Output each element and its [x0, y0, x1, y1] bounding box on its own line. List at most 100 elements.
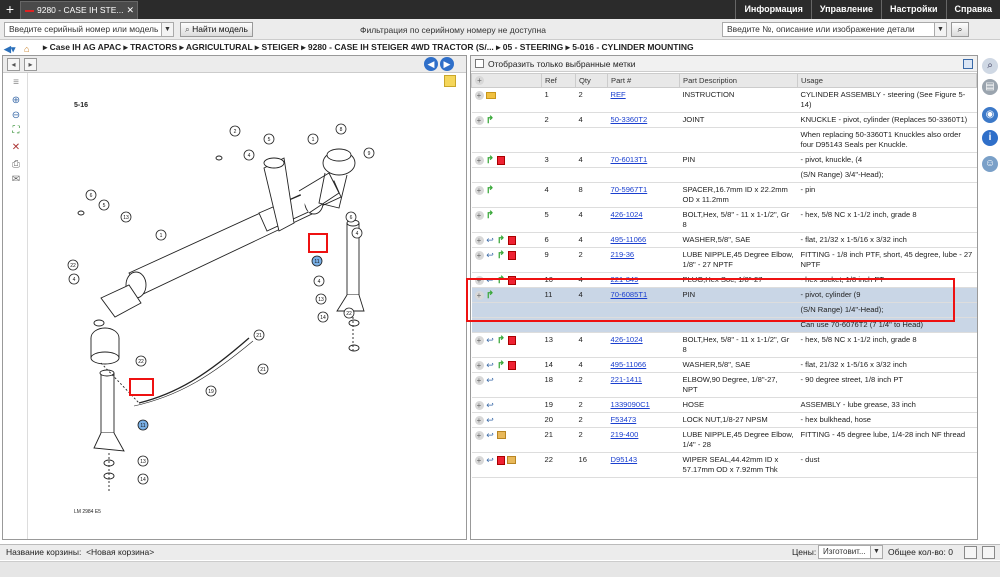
go-to-part-icon[interactable]: ↱ [486, 185, 495, 195]
next-figure-icon[interactable]: ▶ [440, 57, 454, 71]
part-number-link[interactable]: 219-36 [611, 250, 635, 259]
column-part-number[interactable]: Part # [607, 73, 680, 88]
replacement-icon[interactable]: ↩ [486, 430, 495, 440]
table-row[interactable]: + ↩ ↱ 9 2 219-36 LUBE NIPPLE,45 Degree Elbow, … [471, 247, 977, 273]
table-row[interactable]: (S/N Range) 1/4"-Head); [471, 302, 977, 318]
breadcrumb-path[interactable]: ▸ Case IH AG APAC ▸ TRACTORS ▸ AGRICULTU… [43, 40, 694, 55]
go-to-part-icon[interactable]: ↱ [497, 235, 506, 245]
part-number-link[interactable]: 70-6013T1 [611, 155, 648, 164]
add-to-basket-icon[interactable]: + [474, 115, 484, 125]
menu-settings[interactable]: Настройки [881, 0, 945, 19]
chevron-down-icon[interactable]: ▼ [934, 23, 946, 36]
document-icon[interactable] [507, 235, 516, 245]
add-to-basket-icon[interactable]: + [474, 360, 484, 370]
column-ref[interactable]: Ref [541, 73, 576, 88]
go-to-part-icon[interactable]: ↱ [486, 290, 495, 300]
basket-name-value[interactable]: <Новая корзина> [86, 547, 154, 557]
table-row[interactable]: + ↩ ↱ 14 4 495-11066 WASHER,5/8", SAE - flat, 2… [471, 357, 977, 373]
part-number-link[interactable]: 495-11066 [611, 235, 647, 244]
go-to-part-icon[interactable]: ↱ [497, 335, 506, 345]
replacement-icon[interactable]: ↩ [486, 275, 495, 285]
next-page-icon[interactable]: ▸ [24, 58, 37, 71]
add-to-basket-icon[interactable]: + [474, 455, 484, 465]
add-to-basket-icon[interactable]: + [474, 185, 484, 195]
go-to-part-icon[interactable]: ↱ [497, 360, 506, 370]
go-to-part-icon[interactable]: ↱ [486, 210, 495, 220]
document-icon[interactable] [507, 275, 516, 285]
table-row[interactable]: + ↩ 22 16 D95143 WIPER SEAL,44.42mm ID x 57.1… [471, 452, 977, 478]
column-usage[interactable]: Usage [797, 73, 977, 88]
package-icon[interactable] [496, 431, 506, 439]
column-description[interactable]: Part Description [679, 73, 798, 88]
table-row[interactable]: + ↱ 5 4 426-1024 BOLT,Hex, 5/8" - 11 x 1-1/2"… [471, 207, 977, 233]
replacement-icon[interactable]: ↩ [486, 400, 495, 410]
go-to-part-icon[interactable]: ↱ [486, 115, 495, 125]
menu-info[interactable]: Информация [735, 0, 810, 19]
add-to-basket-icon[interactable]: + [474, 430, 484, 440]
basket-icon[interactable]: ▤ [982, 79, 998, 95]
add-to-basket-icon[interactable]: + [474, 210, 484, 220]
basket-view-icon[interactable] [964, 546, 977, 559]
replacement-icon[interactable]: ↩ [486, 250, 495, 260]
new-tab-icon[interactable]: + [3, 2, 17, 16]
add-to-basket-icon[interactable]: + [474, 235, 484, 245]
table-row[interactable]: + ↩ ↱ 10 4 221-849 PLUG,Hex Soc, 1/8"-27- hex … [471, 272, 977, 288]
part-number-link[interactable]: 1339090C1 [611, 400, 650, 409]
add-to-basket-icon[interactable]: + [474, 90, 484, 100]
table-row[interactable]: + ↩ 19 2 1339090C1 HOSE ASSEMBLY - lube grease… [471, 397, 977, 413]
add-to-basket-icon[interactable]: + [474, 335, 484, 345]
part-search-combo[interactable]: Введите №, описание или изображение дета… [722, 22, 947, 37]
replacement-icon[interactable]: ↩ [486, 375, 495, 385]
table-row[interactable]: + ↩ 18 2 221-1411 ELBOW,90 Degree, 1/8"-27, N… [471, 372, 977, 398]
part-number-link[interactable]: REF [611, 90, 626, 99]
table-row[interactable]: + ↩ 21 2 219-400 LUBE NIPPLE,45 Degree Elbow,… [471, 427, 977, 453]
add-to-basket-icon[interactable]: + [474, 250, 484, 260]
basket-export-icon[interactable] [982, 546, 995, 559]
prev-page-icon[interactable]: ◂ [7, 58, 20, 71]
selected-only-checkbox[interactable] [475, 59, 484, 68]
go-to-part-icon[interactable]: ↱ [497, 250, 506, 260]
list-icon[interactable]: ≡ [10, 77, 22, 89]
view-options-icon[interactable] [963, 59, 973, 69]
table-row[interactable]: + ↩ 20 2 F53473 LOCK NUT,1/8-27 NPSM - hex bul… [471, 412, 977, 428]
add-to-basket-icon[interactable]: + [474, 155, 484, 165]
part-number-link[interactable]: 50-3360T2 [611, 115, 648, 124]
zoom-in-icon[interactable]: ⊕ [10, 95, 22, 107]
table-row[interactable]: + ↱ 4 8 70-5967T1 SPACER,16.7mm ID x 22.2mm O… [471, 182, 977, 208]
table-row[interactable]: + ↱ 11 4 70-6085T1 PIN - pivot, cylinder (9 [471, 287, 977, 303]
search-button[interactable]: ⌕ [951, 22, 969, 37]
replacement-icon[interactable]: ↩ [486, 455, 495, 465]
table-row[interactable]: (S/N Range) 3/4"-Head); [471, 167, 977, 183]
menu-manage[interactable]: Управление [810, 0, 881, 19]
clear-marks-icon[interactable]: ✕ [10, 142, 22, 154]
add-to-basket-icon[interactable]: + [474, 415, 484, 425]
table-row[interactable]: +1 2 REF INSTRUCTION CYLINDER ASSEMBLY - ste… [471, 87, 977, 113]
part-number-link[interactable]: 426-1024 [611, 210, 643, 219]
table-row[interactable]: + ↱ 3 4 70-6013T1 PIN - pivot, knuckle, (4 [471, 152, 977, 168]
serial-model-combo[interactable]: Введите серийный номер или модель ▼ [4, 22, 174, 37]
part-number-link[interactable]: F53473 [611, 415, 637, 424]
add-to-basket-icon[interactable]: + [474, 275, 484, 285]
document-icon[interactable] [496, 155, 505, 165]
fit-page-icon[interactable]: ⛶ [10, 125, 22, 137]
zoom-out-icon[interactable]: ⊖ [10, 110, 22, 122]
part-number-link[interactable]: 426-1024 [611, 335, 643, 344]
part-number-link[interactable]: 221-1411 [611, 375, 643, 384]
replacement-icon[interactable]: ↩ [486, 235, 495, 245]
menu-help[interactable]: Справка [945, 0, 1000, 19]
part-number-link[interactable]: 221-849 [611, 275, 639, 284]
table-row[interactable]: + ↱ 2 4 50-3360T2 JOINT KNUCKLE - pivot, cylin… [471, 112, 977, 128]
document-icon[interactable] [507, 250, 516, 260]
add-to-basket-icon[interactable]: + [474, 290, 484, 300]
go-to-part-icon[interactable]: ↱ [486, 155, 495, 165]
chevron-down-icon[interactable]: ▼ [161, 23, 173, 36]
table-row[interactable]: + ↩ ↱ 13 4 426-1024 BOLT,Hex, 5/8" - 11 x 1-1/… [471, 332, 977, 358]
document-icon[interactable] [496, 455, 505, 465]
replacement-icon[interactable]: ↩ [486, 335, 495, 345]
table-row[interactable]: + ↩ ↱ 6 4 495-11066 WASHER,5/8", SAE - flat, 21… [471, 232, 977, 248]
package-icon[interactable] [506, 456, 516, 464]
part-number-link[interactable]: 70-6085T1 [611, 290, 648, 299]
column-qty[interactable]: Qty [575, 73, 608, 88]
part-number-link[interactable]: 70-5967T1 [611, 185, 648, 194]
document-icon[interactable] [507, 360, 516, 370]
